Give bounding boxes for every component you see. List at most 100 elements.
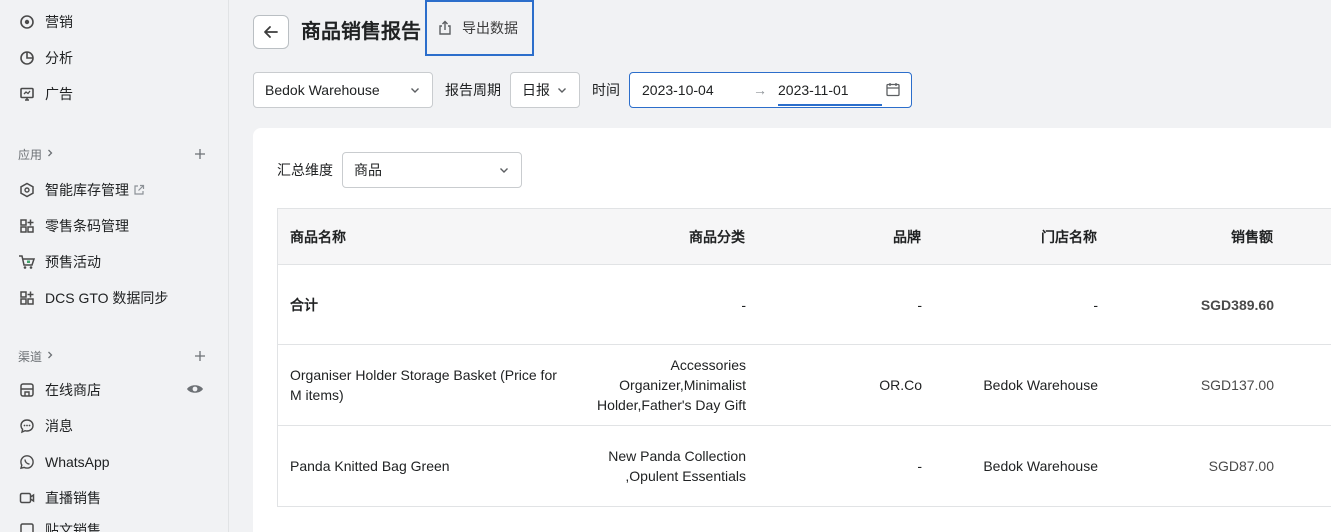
export-icon [437, 20, 453, 36]
sidebar-item-label: DCS GTO 数据同步 [45, 290, 169, 306]
apps-icon [18, 217, 36, 235]
period-label: 报告周期 [445, 82, 501, 98]
sales-cell: SGD87.00 [1208, 458, 1274, 474]
store-icon [18, 381, 36, 399]
column-header-store[interactable]: 门店名称 [1041, 209, 1097, 266]
channels-section-toggle[interactable]: 渠道 [18, 348, 55, 365]
sidebar-item-analytics[interactable]: 分析 [0, 40, 228, 76]
add-channel-icon[interactable] [194, 350, 206, 362]
product-name-line: Panda Knitted Bag Green [290, 458, 450, 474]
column-header-category[interactable]: 商品分类 [689, 209, 745, 266]
table-header: 商品名称 商品分类 品牌 门店名称 销售额 [277, 208, 1331, 265]
cube-icon [18, 181, 36, 199]
sidebar-item-presale[interactable]: 预售活动 [0, 244, 228, 280]
date-range-picker[interactable]: 2023-10-04 → 2023-11-01 [629, 72, 912, 108]
sidebar-item-label: WhatsApp [45, 454, 110, 470]
sidebar-item-ads[interactable]: 广告 [0, 76, 228, 112]
product-name-line: Organiser Holder Storage Basket (Price f… [290, 367, 557, 383]
brand-cell: OR.Co [879, 377, 922, 393]
live-icon [18, 489, 36, 507]
chevron-down-icon [409, 84, 421, 96]
column-header-brand[interactable]: 品牌 [893, 209, 921, 266]
cart-icon [18, 253, 36, 271]
analytics-icon [18, 49, 36, 67]
sidebar-item-label: 分析 [45, 50, 73, 66]
export-data-label: 导出数据 [462, 20, 518, 36]
whatsapp-icon [18, 453, 36, 471]
sidebar: 营销 分析 广告 应用 智能库存管理 零售条码管理 预售活动 DCS GTO 数… [0, 0, 229, 532]
channels-section-header: 渠道 [18, 346, 206, 366]
chat-icon [18, 417, 36, 435]
sidebar-item-label: 零售条码管理 [45, 218, 129, 234]
sidebar-item-label: 贴文销售 [45, 522, 101, 532]
product-name-line: M items) [290, 387, 344, 403]
apps-section-label: 应用 [18, 147, 43, 162]
active-input-indicator [778, 104, 882, 106]
category-line: Organizer,Minimalist [619, 377, 746, 393]
sidebar-item-messages[interactable]: 消息 [0, 408, 228, 444]
category-line: Holder,Father's Day Gift [597, 397, 746, 413]
apps-section-header: 应用 [18, 144, 206, 164]
store-cell: Bedok Warehouse [983, 458, 1098, 474]
warehouse-select[interactable]: Bedok Warehouse [253, 72, 433, 108]
external-link-icon [133, 184, 145, 196]
sidebar-item-label: 智能库存管理 [45, 182, 129, 198]
sidebar-item-retail-barcode[interactable]: 零售条码管理 [0, 208, 228, 244]
back-button[interactable] [253, 15, 289, 49]
date-start-input[interactable]: 2023-10-04 [642, 82, 714, 98]
column-header-product-name[interactable]: 商品名称 [290, 209, 346, 266]
dimension-value: 商品 [354, 162, 382, 178]
export-data-button[interactable]: 导出数据 [425, 0, 534, 56]
sidebar-item-label: 营销 [45, 14, 73, 30]
chevron-down-icon [498, 164, 510, 176]
sidebar-item-dcs-gto-sync[interactable]: DCS GTO 数据同步 [0, 280, 228, 316]
sidebar-item-marketing[interactable]: 营销 [0, 4, 228, 40]
product-name-cell: Panda Knitted Bag Green [290, 456, 450, 476]
chevron-right-icon [45, 147, 55, 161]
apps-icon [18, 289, 36, 307]
sidebar-item-live-sales[interactable]: 直播销售 [0, 480, 228, 516]
sidebar-item-whatsapp[interactable]: WhatsApp [0, 444, 228, 480]
sidebar-item-online-store[interactable]: 在线商店 [0, 372, 228, 408]
page-title: 商品销售报告 [301, 21, 421, 43]
total-label: 合计 [290, 297, 318, 313]
table-row[interactable]: Panda Knitted Bag Green New Panda Collec… [277, 426, 1331, 507]
apps-section-toggle[interactable]: 应用 [18, 146, 55, 163]
ads-icon [18, 85, 36, 103]
total-brand: - [917, 297, 922, 313]
warehouse-value: Bedok Warehouse [265, 82, 380, 98]
sidebar-item-label: 广告 [45, 86, 73, 102]
category-cell: Accessories Organizer,Minimalist Holder,… [597, 355, 746, 415]
date-end-input[interactable]: 2023-11-01 [778, 82, 849, 98]
total-category: - [741, 297, 746, 313]
sales-cell: SGD137.00 [1200, 377, 1274, 393]
table-row-total: 合计 - - - SGD389.60 [277, 265, 1331, 345]
time-label: 时间 [592, 82, 620, 98]
marketing-icon [18, 13, 36, 31]
channels-section-label: 渠道 [18, 349, 43, 364]
column-header-sales[interactable]: 销售额 [1231, 209, 1273, 266]
category-cell: New Panda Collection ,Opulent Essentials [608, 446, 746, 486]
store-cell: Bedok Warehouse [983, 377, 1098, 393]
sidebar-item-label: 在线商店 [45, 382, 101, 398]
arrow-left-icon [262, 23, 280, 41]
period-select[interactable]: 日报 [510, 72, 580, 108]
period-value: 日报 [522, 82, 550, 98]
total-sales: SGD389.60 [1200, 297, 1274, 313]
sidebar-item-smart-inventory[interactable]: 智能库存管理 [0, 172, 228, 208]
dimension-select[interactable]: 商品 [342, 152, 522, 188]
dimension-label: 汇总维度 [277, 162, 333, 178]
chevron-right-icon [45, 349, 55, 363]
eye-icon[interactable] [186, 382, 204, 399]
total-store: - [1093, 297, 1098, 313]
calendar-icon[interactable] [886, 82, 900, 100]
add-app-icon[interactable] [194, 148, 206, 160]
brand-cell: - [917, 458, 922, 474]
category-line: Accessories [670, 357, 746, 373]
sidebar-item-post-sales[interactable]: 贴文销售 [0, 512, 228, 532]
post-icon [18, 521, 36, 532]
category-line: ,Opulent Essentials [625, 468, 746, 484]
category-line: New Panda Collection [608, 448, 746, 464]
sidebar-item-label: 消息 [45, 418, 73, 434]
table-row[interactable]: Organiser Holder Storage Basket (Price f… [277, 345, 1331, 426]
